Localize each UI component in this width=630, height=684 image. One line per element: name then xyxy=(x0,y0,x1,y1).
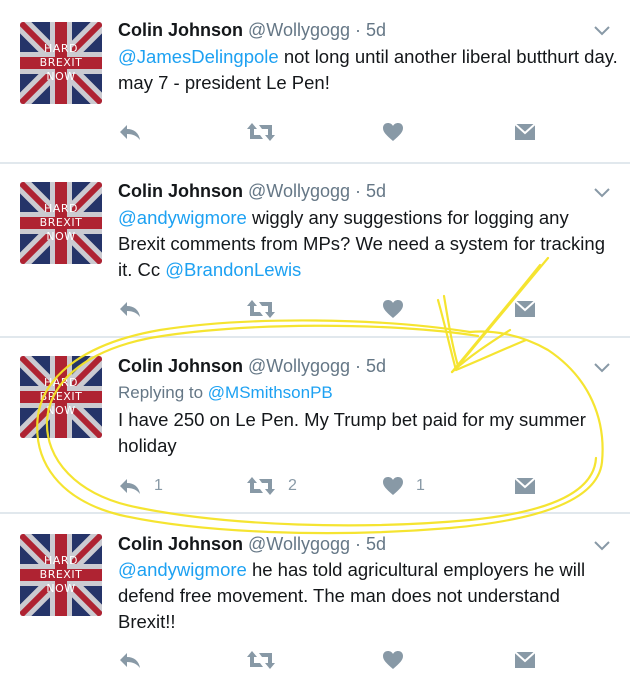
display-name[interactable]: Colin Johnson xyxy=(118,20,243,40)
reply-icon xyxy=(120,653,140,668)
separator-dot: · xyxy=(355,181,362,201)
reply-count: 1 xyxy=(154,477,163,494)
tweet-text: @JamesDelingpole not long until another … xyxy=(118,44,618,96)
direct-message-button[interactable] xyxy=(514,120,536,144)
user-handle[interactable]: @Wollygogg xyxy=(248,356,350,376)
reply-icon xyxy=(120,302,140,317)
avatar-caption-line: HARD xyxy=(44,554,78,567)
avatar-caption-line: HARD xyxy=(44,202,78,215)
tweet-actions xyxy=(118,297,538,321)
separator-dot: · xyxy=(355,20,362,40)
retweet-icon xyxy=(247,123,275,141)
avatar-caption-line: BREXIT xyxy=(39,216,83,229)
reply-button[interactable] xyxy=(118,120,154,144)
separator-dot: · xyxy=(355,356,362,376)
tweet-header: Colin Johnson @Wollygogg · 5d xyxy=(118,533,386,555)
tweet[interactable]: HARD BREXIT NOW Colin Johnson @Wollygogg… xyxy=(0,164,630,334)
user-handle[interactable]: @Wollygogg xyxy=(248,534,350,554)
timestamp[interactable]: 5d xyxy=(366,356,386,376)
like-button[interactable]: 1 xyxy=(382,474,425,498)
tweet[interactable]: HARD BREXIT NOW Colin Johnson @Wollygogg… xyxy=(0,0,630,160)
display-name[interactable]: Colin Johnson xyxy=(118,181,243,201)
chevron-down-icon[interactable] xyxy=(592,24,612,38)
avatar-caption-line: BREXIT xyxy=(39,390,83,403)
reply-button[interactable] xyxy=(118,297,154,321)
direct-message-icon xyxy=(514,123,536,140)
chevron-down-icon[interactable] xyxy=(592,186,612,200)
avatar[interactable]: HARD BREXIT NOW xyxy=(20,534,102,616)
replying-to-link[interactable]: @MSmithsonPB xyxy=(208,383,333,402)
timestamp[interactable]: 5d xyxy=(366,181,386,201)
mention-link[interactable]: @andywigmore xyxy=(118,559,247,580)
replying-to-line: Replying to @MSmithsonPB xyxy=(118,382,618,404)
like-icon xyxy=(383,123,403,141)
retweet-button[interactable] xyxy=(246,297,288,321)
tweet-header: Colin Johnson @Wollygogg · 5d xyxy=(118,19,386,41)
separator-dot: · xyxy=(355,534,362,554)
chevron-down-icon[interactable] xyxy=(592,361,612,375)
display-name[interactable]: Colin Johnson xyxy=(118,534,243,554)
like-count: 1 xyxy=(416,477,425,494)
avatar-caption-line: NOW xyxy=(46,70,76,83)
tweet-text: I have 250 on Le Pen. My Trump bet paid … xyxy=(118,409,586,456)
avatar-caption-line: HARD xyxy=(44,376,78,389)
avatar-caption-line: BREXIT xyxy=(39,56,83,69)
retweet-count: 2 xyxy=(288,477,297,494)
like-button[interactable] xyxy=(382,120,416,144)
like-button[interactable] xyxy=(382,648,416,672)
avatar-caption-line: HARD xyxy=(44,42,78,55)
tweet-actions: 1 2 1 xyxy=(118,474,538,498)
avatar[interactable]: HARD BREXIT NOW xyxy=(20,182,102,264)
tweet[interactable]: HARD BREXIT NOW Colin Johnson @Wollygogg… xyxy=(0,338,630,510)
reply-button[interactable]: 1 xyxy=(118,474,163,498)
user-handle[interactable]: @Wollygogg xyxy=(248,20,350,40)
avatar[interactable]: HARD BREXIT NOW xyxy=(20,356,102,438)
avatar-caption-line: NOW xyxy=(46,582,76,595)
timestamp[interactable]: 5d xyxy=(366,20,386,40)
avatar[interactable]: HARD BREXIT NOW xyxy=(20,22,102,104)
tweet-header: Colin Johnson @Wollygogg · 5d xyxy=(118,180,386,202)
tweet-actions xyxy=(118,648,538,672)
avatar-caption-line: NOW xyxy=(46,230,76,243)
mention-link[interactable]: @BrandonLewis xyxy=(165,259,301,280)
tweet-text: @andywigmore he has told agricultural em… xyxy=(118,557,618,635)
replying-to-label: Replying to xyxy=(118,383,208,402)
reply-icon xyxy=(120,125,140,140)
mention-link[interactable]: @JamesDelingpole xyxy=(118,46,279,67)
timestamp[interactable]: 5d xyxy=(366,534,386,554)
direct-message-button[interactable] xyxy=(514,648,536,672)
direct-message-icon xyxy=(514,651,536,668)
display-name[interactable]: Colin Johnson xyxy=(118,356,243,376)
retweet-button[interactable] xyxy=(246,120,288,144)
avatar-caption-line: NOW xyxy=(46,404,76,417)
tweet-text: @andywigmore wiggly any suggestions for … xyxy=(118,205,618,283)
retweet-icon xyxy=(247,300,275,318)
retweet-icon xyxy=(247,651,275,669)
direct-message-icon xyxy=(514,300,536,317)
tweet[interactable]: HARD BREXIT NOW Colin Johnson @Wollygogg… xyxy=(0,514,630,684)
user-handle[interactable]: @Wollygogg xyxy=(248,181,350,201)
chevron-down-icon[interactable] xyxy=(592,539,612,553)
direct-message-button[interactable] xyxy=(514,297,536,321)
retweet-icon xyxy=(247,477,275,495)
like-icon xyxy=(383,477,403,495)
retweet-button[interactable]: 2 xyxy=(246,474,297,498)
like-button[interactable] xyxy=(382,297,416,321)
tweet-header: Colin Johnson @Wollygogg · 5d xyxy=(118,355,386,377)
mention-link[interactable]: @andywigmore xyxy=(118,207,247,228)
retweet-button[interactable] xyxy=(246,648,288,672)
avatar-caption-line: BREXIT xyxy=(39,568,83,581)
reply-icon xyxy=(120,479,140,494)
direct-message-button[interactable] xyxy=(514,474,536,498)
reply-button[interactable] xyxy=(118,648,154,672)
tweet-actions xyxy=(118,120,538,144)
like-icon xyxy=(383,300,403,318)
like-icon xyxy=(383,651,403,669)
direct-message-icon xyxy=(514,477,536,494)
